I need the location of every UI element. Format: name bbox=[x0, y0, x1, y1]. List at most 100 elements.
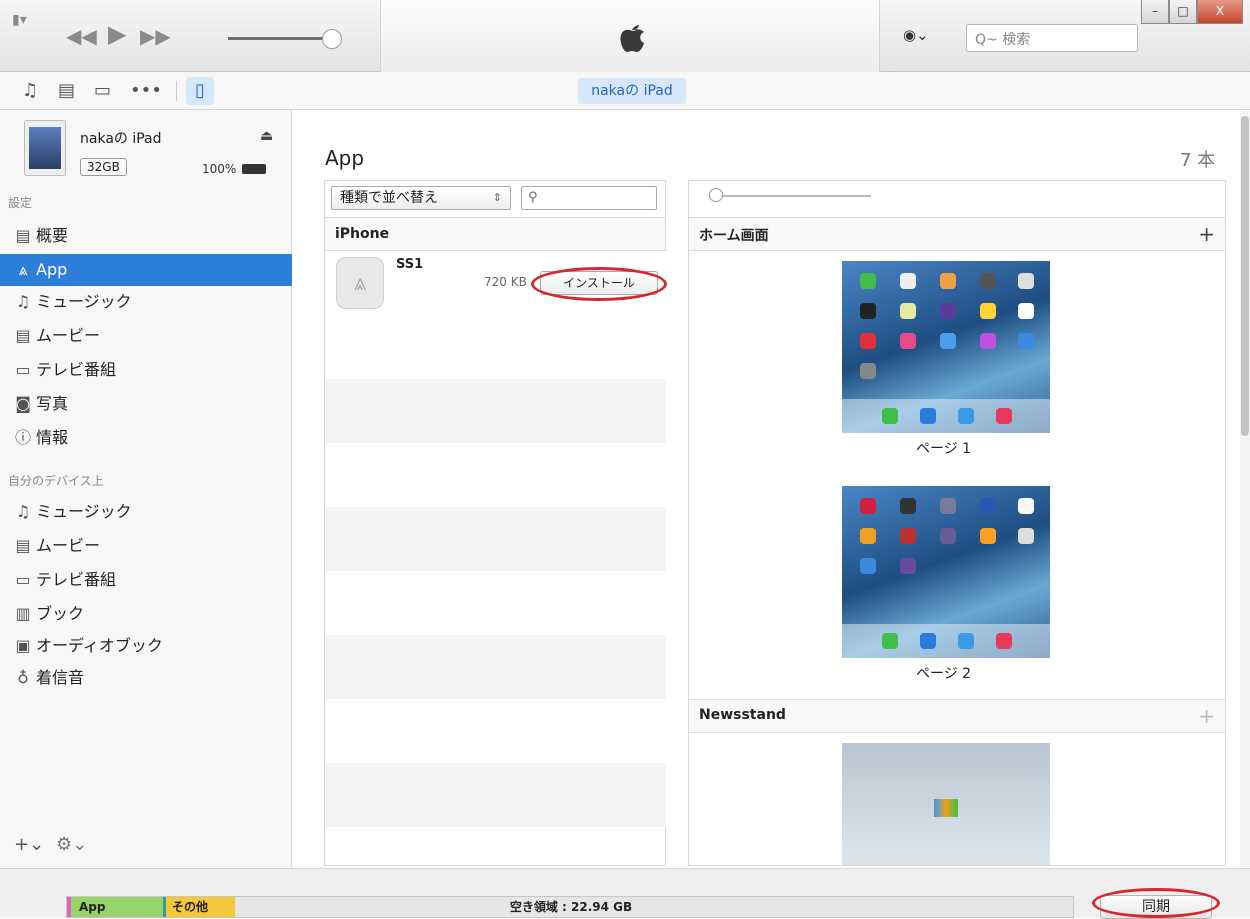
sidebar-item-label: 着信音 bbox=[36, 668, 85, 687]
tv-icon[interactable]: ▭ bbox=[94, 81, 111, 101]
gear-icon[interactable]: ⚙⌄ bbox=[56, 834, 87, 855]
volume-slider-knob[interactable] bbox=[322, 29, 342, 49]
music-icon[interactable]: ♫ bbox=[22, 81, 38, 101]
install-highlight-ellipse bbox=[531, 267, 667, 301]
sidebar-item-device-books[interactable]: ▥ ブック bbox=[0, 598, 292, 630]
home-page-thumbnail-2[interactable] bbox=[842, 486, 1050, 658]
ipad-thumbnail bbox=[24, 120, 66, 176]
sidebar-item-label: オーディオブック bbox=[36, 636, 163, 655]
sync-highlight-ellipse bbox=[1092, 888, 1220, 918]
page-label: ページ 1 bbox=[916, 441, 972, 457]
tv-icon: ▭ bbox=[15, 360, 31, 379]
sidebar-item-label: 情報 bbox=[36, 428, 69, 447]
list-row bbox=[326, 635, 666, 699]
page-label: ページ 2 bbox=[916, 666, 972, 682]
sidebar-item-device-tv[interactable]: ▭ テレビ番組 bbox=[0, 564, 292, 596]
music-icon: ♫ bbox=[15, 292, 31, 311]
sidebar-item-label: ミュージック bbox=[36, 292, 132, 311]
add-page-icon[interactable]: + bbox=[1198, 222, 1215, 246]
close-button[interactable]: X bbox=[1197, 0, 1243, 24]
app-icon: ⩓ bbox=[18, 260, 28, 279]
device-tab[interactable]: nakaの iPad bbox=[578, 78, 686, 104]
app-search-input[interactable]: ⚲ bbox=[521, 186, 657, 210]
eject-icon[interactable]: ⏏ bbox=[260, 128, 273, 144]
sidebar-item-label: ムービー bbox=[36, 536, 101, 555]
zoom-slider-track[interactable] bbox=[715, 195, 871, 197]
music-icon: ♫ bbox=[15, 502, 31, 521]
account-icon[interactable]: ◉⌄ bbox=[903, 26, 939, 46]
play-icon[interactable]: ▶ bbox=[108, 22, 126, 46]
sidebar-item-label: ムービー bbox=[36, 326, 101, 345]
apple-logo-icon bbox=[620, 25, 644, 52]
list-row bbox=[326, 379, 666, 443]
summary-icon: ▤ bbox=[15, 226, 31, 245]
scrollbar-thumb[interactable] bbox=[1241, 116, 1249, 436]
book-icon: ▥ bbox=[15, 604, 31, 623]
maximize-button[interactable]: □ bbox=[1169, 0, 1197, 24]
sidebar-item-device-tones[interactable]: ♁ 着信音 bbox=[0, 662, 292, 694]
sort-select[interactable]: 種類で並べ替え ⇕ bbox=[331, 186, 511, 210]
sidebar-item-movies[interactable]: ▤ ムービー bbox=[0, 320, 292, 352]
app-size: 720 KB bbox=[484, 275, 527, 289]
newsstand-header: Newsstand + bbox=[689, 699, 1225, 733]
top-toolbar: ▮▾ ◀◀ ▶ ▶▶ ◉⌄ Q~ 検索 – □ X bbox=[0, 0, 1250, 72]
sidebar-item-device-audiobooks[interactable]: ▣ オーディオブック bbox=[0, 630, 292, 662]
search-icon: ⚲ bbox=[528, 190, 538, 205]
app-count: 7 本 bbox=[1180, 150, 1216, 171]
settings-header: 設定 bbox=[8, 196, 33, 210]
movie-icon: ▤ bbox=[15, 536, 31, 555]
camera-icon: ◙ bbox=[15, 394, 31, 413]
bell-icon: ♁ bbox=[17, 668, 29, 687]
sidebar-item-photos[interactable]: ◙ 写真 bbox=[0, 388, 292, 420]
free-space-label: 空き領域 : 22.94 GB bbox=[509, 900, 633, 914]
device-name: nakaの iPad bbox=[80, 131, 162, 147]
sidebar-item-label: App bbox=[36, 260, 68, 279]
movie-icon: ▤ bbox=[15, 326, 31, 345]
rewind-icon[interactable]: ◀◀ bbox=[66, 26, 97, 46]
capacity-bar: App その他 空き領域 : 22.94 GB bbox=[66, 896, 1074, 918]
list-row bbox=[326, 315, 666, 379]
list-header: iPhone bbox=[325, 217, 665, 251]
list-row bbox=[326, 571, 666, 635]
toolbar-divider bbox=[176, 81, 177, 101]
movie-icon[interactable]: ▤ bbox=[58, 81, 75, 101]
home-screen-title: ホーム画面 bbox=[699, 228, 769, 244]
tv-icon: ▭ bbox=[15, 570, 31, 589]
sidebar-item-music[interactable]: ♫ ミュージック bbox=[0, 286, 292, 318]
sidebar-item-device-movies[interactable]: ▤ ムービー bbox=[0, 530, 292, 562]
search-input[interactable]: Q~ 検索 bbox=[966, 24, 1138, 52]
status-display bbox=[380, 0, 880, 72]
list-row bbox=[326, 443, 666, 507]
info-icon: ⓘ bbox=[14, 428, 31, 447]
add-newsstand-icon[interactable]: + bbox=[1198, 704, 1215, 728]
capacity-badge: 32GB bbox=[80, 158, 127, 176]
newsstand-thumbnail[interactable] bbox=[842, 743, 1050, 865]
ipad-device-icon[interactable]: ▯ bbox=[186, 77, 214, 105]
audiobook-icon: ▣ bbox=[15, 636, 31, 655]
on-device-header: 自分のデバイス上 bbox=[8, 474, 104, 488]
more-icon[interactable]: ••• bbox=[130, 81, 162, 101]
sidebar-menu-icon[interactable]: ▮▾ bbox=[12, 10, 27, 30]
home-page-thumbnail-1[interactable] bbox=[842, 261, 1050, 433]
dock bbox=[842, 624, 1050, 658]
dock bbox=[842, 399, 1050, 433]
newsstand-shelf-icon bbox=[934, 799, 958, 817]
sidebar-item-info[interactable]: ⓘ 情報 bbox=[0, 422, 292, 454]
sidebar-item-label: テレビ番組 bbox=[36, 570, 117, 589]
fast-forward-icon[interactable]: ▶▶ bbox=[140, 26, 171, 46]
select-arrows-icon: ⇕ bbox=[492, 191, 502, 204]
add-icon[interactable]: +⌄ bbox=[14, 834, 44, 855]
sidebar-item-summary[interactable]: ▤ 概要 bbox=[0, 220, 292, 252]
zoom-slider-knob[interactable] bbox=[709, 188, 723, 202]
minimize-button[interactable]: – bbox=[1141, 0, 1169, 24]
sidebar-item-device-music[interactable]: ♫ ミュージック bbox=[0, 496, 292, 528]
sidebar-item-app[interactable]: ⩓ App bbox=[0, 254, 292, 286]
list-row bbox=[326, 507, 666, 571]
battery-percent: 100% bbox=[202, 162, 237, 176]
sidebar-item-tv[interactable]: ▭ テレビ番組 bbox=[0, 354, 292, 386]
sidebar-item-label: 概要 bbox=[36, 226, 69, 245]
sort-select-value: 種類で並べ替え bbox=[340, 190, 438, 206]
volume-slider-track[interactable] bbox=[228, 37, 328, 40]
app-store-icon: ⩓ bbox=[336, 257, 384, 309]
sidebar-item-label: 写真 bbox=[36, 394, 69, 413]
